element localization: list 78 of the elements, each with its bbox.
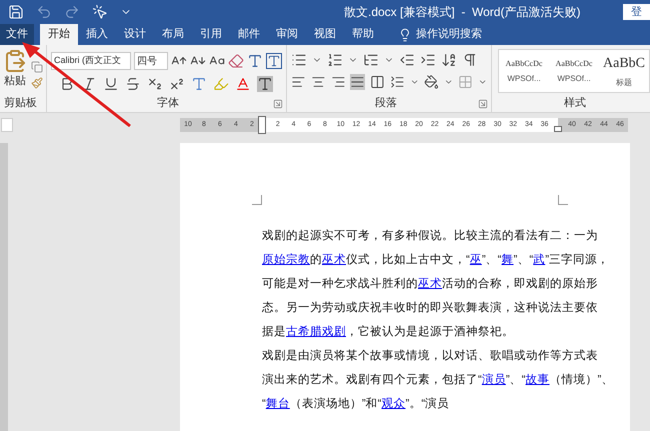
hyperlink[interactable]: 武 [533,254,546,266]
group-label: 字体 [157,96,179,110]
indent-marker[interactable] [258,116,266,134]
increase-indent-icon[interactable] [420,52,436,68]
right-indent-marker[interactable] [554,126,562,132]
ribbon-tab[interactable]: 引用 [192,24,230,45]
lightbulb-icon[interactable] [398,28,412,42]
ribbon-tab[interactable]: 邮件 [230,24,268,45]
touch-mode-icon[interactable] [92,4,108,20]
redo-icon[interactable] [64,4,80,20]
undo-icon[interactable] [36,4,52,20]
font-size-field[interactable]: 四号 [134,52,168,70]
hyperlink[interactable]: 舞 [502,254,514,266]
align-right-icon[interactable] [330,74,346,90]
hyperlink[interactable]: 巫术 [418,278,442,290]
distributed-icon[interactable] [370,74,385,90]
justify-icon[interactable] [350,74,366,90]
ribbon-tab[interactable]: 帮助 [344,24,382,45]
dialog-launcher-icon[interactable] [478,99,488,109]
hyperlink[interactable]: 舞台 [266,398,290,410]
style-item[interactable]: AaBbCcDc WPSOf... [549,50,599,92]
character-shading-icon[interactable] [257,76,273,92]
hyperlink[interactable]: 巫 [470,254,482,266]
margin-mark [252,195,262,205]
format-painter-icon[interactable] [31,77,43,89]
multilevel-list-icon[interactable] [363,52,379,68]
strikethrough-icon[interactable] [125,76,141,92]
body-text-line: “舞台（表演场地）”和“观众”。“演员 [262,396,450,412]
underline-icon[interactable] [103,76,119,92]
show-marks-icon[interactable] [462,52,478,68]
group-label: 剪贴板 [4,96,37,110]
clear-formatting-icon[interactable] [228,53,244,69]
group-label: 样式 [564,96,586,110]
login-button[interactable]: 登 [623,4,650,20]
hyperlink[interactable]: 观众 [382,398,406,410]
copy-icon[interactable] [31,61,43,73]
sort-icon[interactable] [441,52,457,68]
hyperlink[interactable]: 故事 [526,374,550,386]
body-text-line: 可能是对一种乞求战斗胜利的巫术活动的合称，即戏剧的原始形 [262,276,599,292]
ribbon-tab[interactable]: 审阅 [268,24,306,45]
style-item[interactable]: AaBbC 标题 [599,50,649,92]
superscript-icon[interactable] [169,76,185,92]
ribbon-tab[interactable]: 插入 [78,24,116,45]
ribbon-tab[interactable]: 设计 [116,24,154,45]
align-left-icon[interactable] [291,74,306,90]
phonetic-guide-icon[interactable] [247,53,263,69]
body-text-line: 戏剧的起源实不可考，有多种假说。比较主流的看法有二：一为 [262,228,599,244]
hyperlink[interactable]: 演员 [482,374,506,386]
ribbon-tab[interactable]: 视图 [306,24,344,45]
line-spacing-icon[interactable] [390,74,405,90]
save-icon[interactable] [8,4,24,20]
center-icon[interactable] [310,74,326,90]
numbering-icon[interactable] [327,52,343,68]
font-color-icon[interactable] [235,76,251,92]
margin-mark [558,195,568,205]
shading-icon[interactable] [424,74,439,90]
body-text-line: 演出来的艺术。戏剧有四个元素，包括了“演员”、“故事（情境）”、 [262,372,614,388]
ribbon-tab[interactable]: 开始 [40,24,78,45]
dialog-launcher-icon[interactable] [273,99,283,109]
body-text-line: 戏剧是由演员将某个故事或情境，以对话、歌唱或动作等方式表 [262,348,599,364]
decrease-indent-icon[interactable] [399,52,415,68]
body-text-line: 原始宗教的巫术仪式，比如上古中文，“巫”、“舞”、“武”三字同源， [262,252,610,268]
hyperlink[interactable]: 原始宗教 [262,254,310,266]
text-effects-icon[interactable] [191,76,207,92]
file-tab[interactable]: 文件 [0,24,34,45]
window-title: 散文.docx [兼容模式] - Word(产品激活失败) [344,4,580,21]
paste-button[interactable]: 粘贴 [3,49,27,90]
style-item[interactable]: AaBbCcDc WPSOf... [499,50,549,92]
tell-me-search[interactable]: 操作说明搜索 [416,26,482,43]
body-text-line: 态。另一为劳动或庆祝丰收时的即兴歌舞表演，这种说法主要依 [262,300,599,316]
hyperlink[interactable]: 巫术 [322,254,346,266]
ribbon-tab[interactable]: 布局 [154,24,192,45]
body-text-line: 据是古希腊戏剧，它被认为是起源于酒神祭祀。 [262,324,515,340]
subscript-icon[interactable] [147,76,163,92]
group-label: 段落 [375,96,397,110]
font-name-field[interactable]: Calibri (西文正文 [51,52,131,70]
character-border-icon[interactable] [266,53,282,69]
hyperlink[interactable]: 古希腊戏剧 [286,326,346,338]
